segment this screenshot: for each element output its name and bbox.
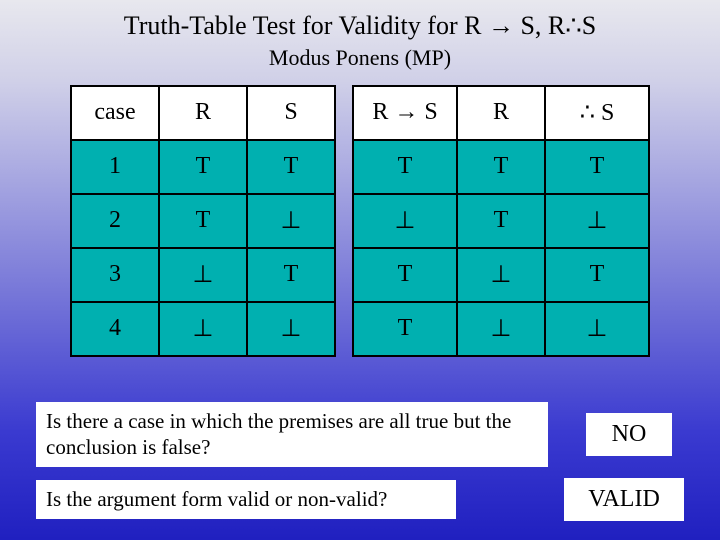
cell: T — [247, 248, 335, 302]
answer-1-text: NO — [586, 413, 672, 456]
cell-case: 4 — [71, 302, 159, 356]
col-header-s: S — [247, 86, 335, 140]
cell: ⊥ — [353, 194, 457, 248]
table-row: 3 ⊥ T T ⊥ T — [71, 248, 649, 302]
cell-case: 1 — [71, 140, 159, 194]
col-header-r-implies-s: R → S — [353, 86, 457, 140]
cell: T — [545, 248, 649, 302]
table-gap — [335, 140, 353, 194]
cell: ⊥ — [159, 248, 247, 302]
truth-table: case R S R → S R ∴ S 1 T T T T T 2 T ⊥ — [70, 85, 650, 357]
cell: T — [159, 194, 247, 248]
table-gap — [335, 194, 353, 248]
table-row: 2 T ⊥ ⊥ T ⊥ — [71, 194, 649, 248]
cell-case: 3 — [71, 248, 159, 302]
cell: ⊥ — [247, 302, 335, 356]
cell: ⊥ — [545, 302, 649, 356]
table-row: 4 ⊥ ⊥ T ⊥ ⊥ — [71, 302, 649, 356]
question-row-1: Is there a case in which the premises ar… — [36, 402, 672, 467]
cell: ⊥ — [159, 302, 247, 356]
cell: ⊥ — [457, 302, 545, 356]
cell: T — [353, 302, 457, 356]
cell: T — [353, 140, 457, 194]
col-header-therefore-s: ∴ S — [545, 86, 649, 140]
table-gap — [335, 86, 353, 140]
question-2-text: Is the argument form valid or non-valid? — [36, 480, 456, 518]
question-row-2: Is the argument form valid or non-valid?… — [36, 478, 684, 521]
cell: ⊥ — [545, 194, 649, 248]
col-header-case: case — [71, 86, 159, 140]
cell: T — [457, 140, 545, 194]
cell: ⊥ — [247, 194, 335, 248]
table-gap — [335, 248, 353, 302]
table-header-row: case R S R → S R ∴ S — [71, 86, 649, 140]
slide-title: Truth-Table Test for Validity for R → S,… — [0, 0, 720, 41]
cell: T — [545, 140, 649, 194]
answer-2-text: VALID — [564, 478, 684, 521]
table-gap — [335, 302, 353, 356]
cell: ⊥ — [457, 248, 545, 302]
cell: T — [247, 140, 335, 194]
col-header-r: R — [159, 86, 247, 140]
table-row: 1 T T T T T — [71, 140, 649, 194]
col-header-r2: R — [457, 86, 545, 140]
cell: T — [353, 248, 457, 302]
cell: T — [159, 140, 247, 194]
cell-case: 2 — [71, 194, 159, 248]
cell: T — [457, 194, 545, 248]
slide-subtitle: Modus Ponens (MP) — [0, 45, 720, 71]
question-1-text: Is there a case in which the premises ar… — [36, 402, 548, 467]
